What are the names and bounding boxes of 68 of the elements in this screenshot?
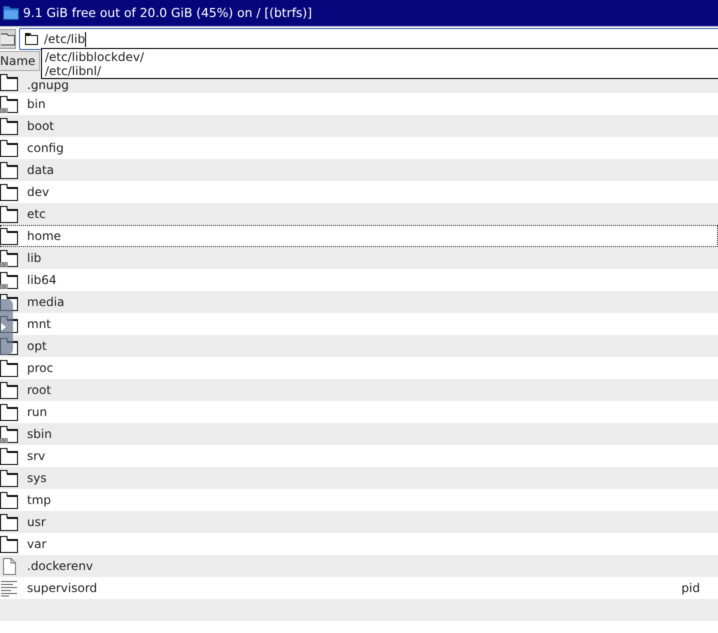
file-name: usr — [27, 515, 46, 529]
file-name: lib64 — [27, 273, 57, 287]
file-row[interactable]: root — [0, 379, 718, 401]
file-row[interactable]: sys — [0, 467, 718, 489]
linked-folder-icon — [0, 272, 18, 288]
file-name: config — [27, 141, 64, 155]
folder-icon — [3, 6, 19, 20]
file-info-text: pid — [681, 581, 700, 595]
folder-icon — [0, 514, 18, 530]
file-name: supervisord — [27, 581, 98, 595]
file-name: bin — [27, 97, 46, 111]
linked-folder-icon — [0, 96, 18, 112]
file-name: mnt — [27, 317, 51, 331]
file-row[interactable]: .dockerenv — [0, 555, 718, 577]
folder-icon — [0, 184, 18, 200]
file-name: tmp — [27, 493, 52, 507]
folder-icon — [0, 74, 18, 90]
file-name: media — [27, 295, 64, 309]
file-name: lib — [27, 251, 42, 265]
folder-button[interactable] — [0, 29, 16, 49]
folder-icon — [0, 470, 18, 486]
file-row[interactable]: usr — [0, 511, 718, 533]
file-name: sbin — [27, 427, 52, 441]
folder-icon — [0, 140, 18, 156]
folder-icon — [0, 536, 18, 552]
folder-icon — [0, 448, 18, 464]
folder-icon — [0, 206, 18, 222]
text-file-icon — [0, 580, 18, 596]
path-field[interactable]: /etc/lib — [19, 28, 718, 50]
column-header[interactable]: Name — [0, 51, 40, 71]
folder-icon — [0, 360, 18, 376]
folder-icon — [0, 228, 18, 244]
file-row[interactable]: etc — [0, 203, 718, 225]
file-name: data — [27, 163, 54, 177]
file-row[interactable]: media — [0, 291, 718, 313]
file-name: .dockerenv — [27, 559, 94, 573]
file-name: opt — [27, 339, 47, 353]
folder-icon — [0, 162, 18, 178]
completion-item[interactable]: /etc/libblockdev/ — [45, 50, 718, 64]
folder-icon — [0, 32, 14, 46]
file-row[interactable]: lib — [0, 247, 718, 269]
file-row[interactable]: boot — [0, 115, 718, 137]
file-name: proc — [27, 361, 54, 375]
file-icon — [0, 558, 18, 574]
file-row[interactable]: opt — [0, 335, 718, 357]
file-row[interactable]: data — [0, 159, 718, 181]
file-name: boot — [27, 119, 54, 133]
file-name: etc — [27, 207, 46, 221]
file-name: run — [27, 405, 48, 419]
file-row[interactable]: home — [0, 225, 718, 247]
file-row[interactable]: sbin — [0, 423, 718, 445]
file-name: home — [27, 229, 62, 243]
folder-icon — [0, 382, 18, 398]
file-name: .gnupg — [27, 79, 69, 92]
file-name: sys — [27, 471, 47, 485]
file-name: root — [27, 383, 52, 397]
linked-folder-icon — [0, 426, 18, 442]
control-bar-overlay[interactable] — [0, 299, 13, 355]
file-name: dev — [27, 185, 50, 199]
folder-icon — [0, 404, 18, 420]
window-title: 9.1 GiB free out of 20.0 GiB (45%) on / [(btrfs)] — [23, 6, 312, 20]
file-name: var — [27, 537, 46, 551]
folder-icon — [0, 118, 18, 134]
folder-icon — [0, 492, 18, 508]
arrow-icon — [1, 323, 6, 331]
file-name: srv — [27, 449, 46, 463]
folder-icon — [25, 33, 38, 45]
linked-folder-icon — [0, 250, 18, 266]
